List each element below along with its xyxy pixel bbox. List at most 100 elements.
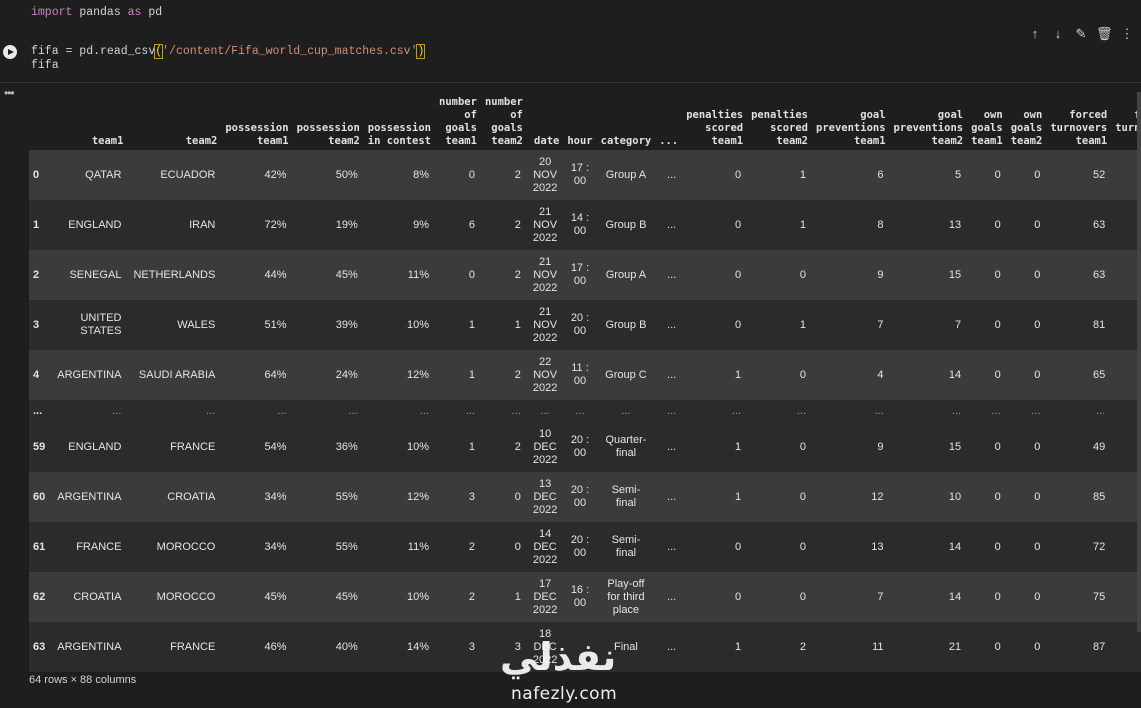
table-cell: 9 <box>812 250 890 300</box>
table-cell: CROATIA <box>127 472 222 522</box>
run-cell-icon[interactable] <box>3 45 17 59</box>
table-cell: 52 <box>1046 150 1112 200</box>
module-name: pandas <box>72 6 128 19</box>
code-cell-import[interactable]: import pandas as pd ↑ ↓ ✎ 🗑 ⋮ <box>0 0 1141 41</box>
table-cell: 63 <box>1046 250 1112 300</box>
table-cell: Play-off for third place <box>596 572 656 622</box>
table-cell: 1 <box>435 350 481 400</box>
table-cell: 5 <box>889 150 968 200</box>
table-cell: UNITED STATES <box>51 300 128 350</box>
table-cell: ... <box>655 522 683 572</box>
table-row: 62 CROATIA MOROCCO 45% 45% 10% 2 1 17 DEC 2022 16… <box>29 572 1141 622</box>
table-cell: 17 DEC 2022 <box>526 572 564 622</box>
table-cell: 1 <box>682 350 748 400</box>
table-cell: 11% <box>363 522 435 572</box>
table-cell: ... <box>655 300 683 350</box>
table-cell: 14 <box>889 522 968 572</box>
table-cell: 13 <box>889 200 968 250</box>
table-cell: 0 <box>1006 300 1047 350</box>
table-cell: Group A <box>596 150 656 200</box>
table-cell: 0 <box>967 150 1007 200</box>
watermark-arabic: نفذلي <box>500 635 617 679</box>
table-cell: ... <box>655 622 683 672</box>
row-index: 4 <box>29 350 52 400</box>
table-cell: 0 <box>1006 150 1047 200</box>
table-cell: 0 <box>967 250 1007 300</box>
table-cell: 64% <box>221 350 293 400</box>
row-index: 61 <box>29 522 52 572</box>
table-cell: QATAR <box>51 150 128 200</box>
table-cell: 1 <box>480 300 527 350</box>
table-cell: 0 <box>1006 422 1047 472</box>
table-cell: 49 <box>1046 422 1112 472</box>
table-cell: 0 <box>747 250 812 300</box>
table-cell: SAUDI ARABIA <box>127 350 222 400</box>
table-cell: Semi-final <box>596 522 656 572</box>
table-cell: 65 <box>1046 350 1112 400</box>
code-line: fifa = pd.read_csv('/content/Fifa_world_… <box>31 44 426 59</box>
column-header <box>29 92 51 150</box>
table-cell: MOROCCO <box>127 572 222 622</box>
table-row: 1 ENGLAND IRAN 72% 19% 9% 6 2 21 NOV 2022 14 : 00… <box>29 200 1141 250</box>
table-cell: 7 <box>812 300 890 350</box>
table-cell: 2 <box>480 422 527 472</box>
table-cell: ... <box>655 150 683 200</box>
output-menu-icon[interactable]: ••• <box>4 86 15 100</box>
table-cell: ... <box>363 400 435 422</box>
table-cell: 14 : 00 <box>563 200 597 250</box>
code-assign: fifa = pd.read_csv <box>31 45 156 58</box>
table-cell: 34% <box>221 522 293 572</box>
table-cell: 8% <box>363 150 435 200</box>
table-cell: 12% <box>363 472 435 522</box>
keyword-as: as <box>127 6 142 19</box>
table-cell: 51% <box>221 300 293 350</box>
table-cell: ... <box>967 400 1007 422</box>
keyword-import: import <box>31 6 73 19</box>
row-index: ... <box>29 400 52 422</box>
table-cell: NETHERLANDS <box>127 250 222 300</box>
table-cell: 1 <box>682 422 748 472</box>
table-cell: 17 : 00 <box>563 250 597 300</box>
code-cell-read-csv[interactable]: fifa = pd.read_csv('/content/Fifa_world_… <box>0 40 1141 80</box>
table-cell: 3 <box>435 622 481 672</box>
table-cell: 81 <box>1046 300 1112 350</box>
table-cell: 54% <box>221 422 293 472</box>
column-header: possession team1 <box>225 122 289 147</box>
column-header: team2 <box>185 135 218 147</box>
table-cell: 0 <box>967 422 1007 472</box>
table-cell: ... <box>435 400 481 422</box>
table-cell: CROATIA <box>51 572 128 622</box>
horizontal-scroll-area[interactable] <box>1137 92 1141 632</box>
table-cell: 0 <box>1006 350 1047 400</box>
column-header: category <box>600 135 652 147</box>
dataframe-table: team1 team2 possession team1 possession tea… <box>29 92 1141 672</box>
table-cell: 12 <box>812 472 890 522</box>
table-body: 0 QATAR ECUADOR 42% 50% 8% 0 2 20 NOV 2022 17 : 0… <box>29 150 1141 672</box>
table-cell: 0 <box>967 622 1007 672</box>
row-index: 1 <box>29 200 52 250</box>
column-header: goal preventions team1 <box>816 109 886 147</box>
table-cell: 7 <box>812 572 890 622</box>
table-cell: 14% <box>363 622 435 672</box>
column-header: possession team2 <box>296 122 360 147</box>
table-cell: FRANCE <box>127 622 222 672</box>
table-cell: 20 : 00 <box>563 522 597 572</box>
table-cell: 63 <box>1046 200 1112 250</box>
table-cell: 1 <box>747 200 812 250</box>
table-cell: ENGLAND <box>51 200 128 250</box>
table-cell: 0 <box>435 150 481 200</box>
row-index: 3 <box>29 300 52 350</box>
table-cell: 45% <box>221 572 293 622</box>
table-cell: ... <box>655 422 683 472</box>
table-cell: 24% <box>292 350 364 400</box>
table-cell: 0 <box>1006 522 1047 572</box>
table-cell: 0 <box>967 472 1007 522</box>
table-row: ........................................… <box>29 400 1141 422</box>
column-header: hour <box>567 135 593 147</box>
table-cell: 21 <box>889 622 968 672</box>
table-cell: MOROCCO <box>127 522 222 572</box>
table-cell: 0 <box>1006 472 1047 522</box>
table-cell: ... <box>747 400 812 422</box>
table-cell: 11 : 00 <box>563 350 597 400</box>
table-cell: 85 <box>1046 472 1112 522</box>
